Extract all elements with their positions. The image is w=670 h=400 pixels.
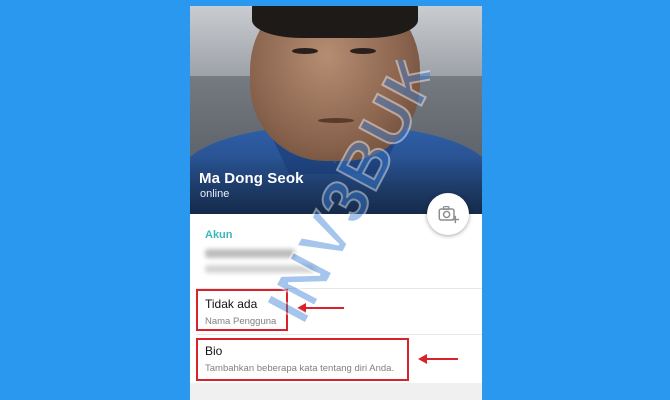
add-photo-button[interactable] bbox=[427, 193, 469, 235]
photo-eye-right bbox=[350, 48, 376, 54]
photo-hair bbox=[252, 6, 418, 38]
bottom-strip bbox=[190, 383, 482, 400]
username-highlight-box bbox=[196, 289, 288, 331]
photo-eye-left bbox=[292, 48, 318, 54]
divider bbox=[196, 334, 482, 335]
phone-number-blurred[interactable] bbox=[205, 249, 295, 258]
section-title-account: Akun bbox=[205, 229, 233, 241]
photo-mouth bbox=[318, 118, 354, 123]
bio-highlight-box bbox=[196, 338, 409, 381]
profile-name: Ma Dong Seok bbox=[199, 170, 304, 187]
profile-status: online bbox=[200, 188, 230, 200]
phone-label-blurred bbox=[205, 265, 315, 273]
add-photo-camera-icon bbox=[438, 206, 459, 224]
